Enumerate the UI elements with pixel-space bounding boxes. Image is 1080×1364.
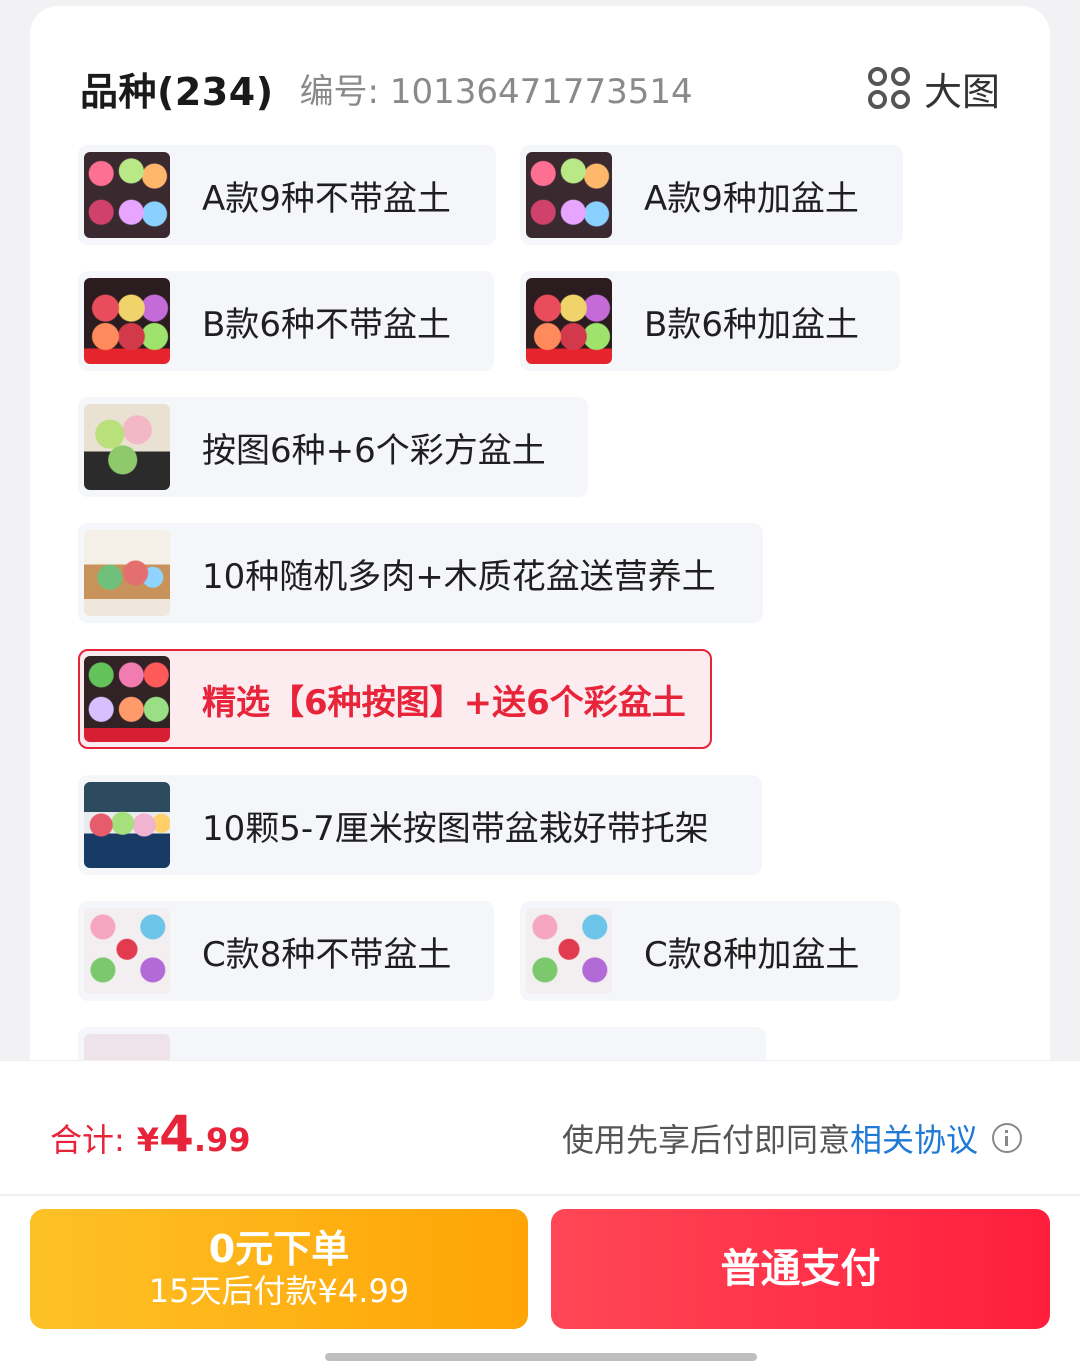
variant-thumbnail (526, 152, 612, 238)
variant-label: A款9种不带盆土 (202, 178, 451, 219)
variant-label: 10颗5-7厘米按图带盆栽好带托架 (202, 808, 709, 849)
agreement-notice: 使用先享后付即同意 相关协议 (562, 1115, 1022, 1161)
pay-later-button[interactable]: 0元下单 15天后付款¥4.99 (30, 1209, 528, 1329)
grid-view-icon (867, 67, 910, 109)
variant-option-selected[interactable]: 精选【6种按图】+送6个彩盆土 (78, 649, 712, 749)
variant-option[interactable]: C款8种加盆土 (520, 901, 900, 1001)
checkout-bar: 合计: ¥ 4 .99 使用先享后付即同意 相关协议 0元下单 15天后付款¥4… (0, 1060, 1080, 1364)
variant-option[interactable]: 10颗5-7厘米按图带盆栽好带托架 (78, 775, 762, 875)
info-icon[interactable] (992, 1123, 1022, 1153)
variant-thumbnail (526, 908, 612, 994)
agreement-text: 使用先享后付即同意 (561, 1121, 850, 1159)
variant-option[interactable]: B款6种加盆土 (520, 271, 900, 371)
variant-label: B款6种不带盆土 (202, 304, 451, 345)
variant-title: 品种(234) (80, 69, 274, 114)
variant-thumbnail (84, 782, 170, 868)
variant-label: B款6种加盆土 (644, 304, 859, 345)
variant-option[interactable]: 10种随机多肉+木质花盆送营养土 (78, 523, 763, 623)
variant-thumbnail (84, 404, 170, 490)
total-integer: 4 (159, 1105, 194, 1163)
variant-option[interactable]: A款9种不带盆土 (78, 145, 496, 245)
agreement-link[interactable]: 相关协议 (850, 1115, 978, 1161)
variant-option[interactable]: 按图6种+6个彩方盆土 (78, 397, 588, 497)
variant-thumbnail (84, 656, 170, 742)
big-image-label: 大图 (923, 69, 1000, 114)
variant-option[interactable]: A款9种加盆土 (520, 145, 903, 245)
big-image-toggle[interactable]: 大图 (867, 61, 1000, 116)
normal-pay-button[interactable]: 普通支付 (551, 1209, 1050, 1329)
variant-label: 10种随机多肉+木质花盆送营养土 (202, 556, 716, 597)
variant-thumbnail (526, 278, 612, 364)
total-decimal: .99 (193, 1121, 251, 1159)
variant-thumbnail (84, 278, 170, 364)
variant-label: C款8种不带盆土 (202, 934, 452, 975)
pay-later-main-label: 0元下单 (208, 1227, 350, 1271)
variant-thumbnail (84, 530, 170, 616)
total-label: 合计: (50, 1121, 125, 1159)
variant-label: 精选【6种按图】+送6个彩盆土 (202, 682, 686, 723)
variant-label: 按图6种+6个彩方盆土 (202, 430, 546, 471)
pay-later-sub-label: 15天后付款¥4.99 (148, 1272, 410, 1310)
product-code: 编号: 10136471773514 (299, 71, 693, 112)
divider (0, 1194, 1080, 1196)
variant-label: C款8种加盆土 (644, 934, 860, 975)
variant-thumbnail (84, 908, 170, 994)
variant-option[interactable]: B款6种不带盆土 (78, 271, 494, 371)
normal-pay-label: 普通支付 (720, 1246, 881, 1292)
variant-thumbnail (84, 152, 170, 238)
total-price: 合计: ¥ 4 .99 (50, 1105, 251, 1163)
currency-symbol: ¥ (136, 1121, 160, 1159)
spec-header: 品种(234) 编号: 10136471773514 大图 (80, 58, 1000, 118)
home-indicator[interactable] (325, 1353, 757, 1361)
variant-label: A款9种加盆土 (644, 178, 859, 219)
variant-option[interactable]: C款8种不带盆土 (78, 901, 494, 1001)
